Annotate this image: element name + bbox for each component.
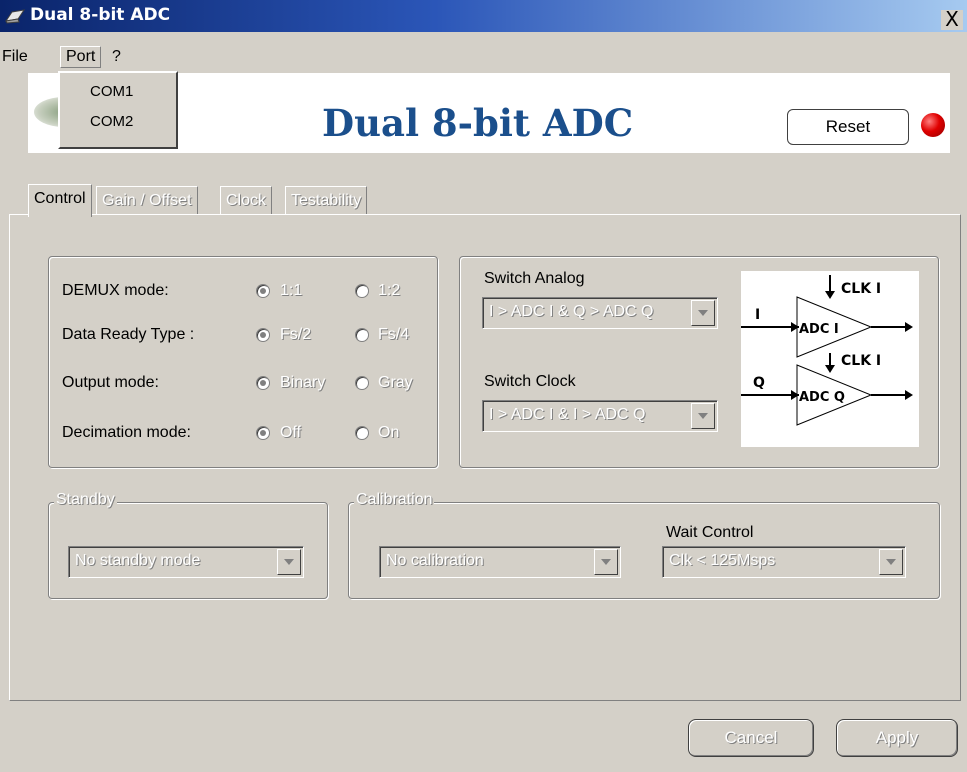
- demux-1-2-radio[interactable]: [355, 284, 369, 298]
- clk-i-arrowhead: [825, 291, 835, 299]
- decimation-on-label: On: [378, 424, 400, 441]
- menu-help[interactable]: ?: [112, 48, 121, 66]
- chevron-down-icon[interactable]: [594, 549, 618, 575]
- title-bar[interactable]: Dual 8-bit ADC X: [0, 0, 967, 32]
- app-title: Dual 8-bit ADC: [322, 101, 634, 145]
- calibration-legend: Calibration: [354, 491, 435, 509]
- data-ready-fs4-radio[interactable]: [355, 328, 369, 342]
- tab-gain-offset[interactable]: Gain / Offset: [96, 186, 198, 216]
- reset-button[interactable]: Reset: [787, 109, 909, 145]
- app-window: Dual 8-bit ADC X File Port ? Dual 8-bit …: [0, 0, 967, 772]
- menu-port[interactable]: Port: [60, 46, 102, 68]
- input-q-text: Q: [753, 375, 765, 391]
- data-ready-fs4-label: Fs/4: [378, 326, 410, 343]
- wait-control-label: Wait Control: [666, 524, 754, 541]
- standby-value: No standby mode: [75, 552, 201, 569]
- decimation-off-label: Off: [280, 424, 302, 441]
- chevron-down-icon[interactable]: [691, 300, 715, 326]
- wait-control-value: Clk < 125Msps: [669, 552, 776, 569]
- tab-control[interactable]: Control: [28, 184, 92, 217]
- decimation-off-radio[interactable]: [256, 426, 270, 440]
- switch-clock-select[interactable]: I > ADC I & I > ADC Q: [482, 400, 718, 432]
- apply-button[interactable]: Apply: [836, 719, 958, 757]
- demux-1-1-radio[interactable]: [256, 284, 270, 298]
- chevron-down-icon[interactable]: [691, 403, 715, 429]
- data-ready-fs2-radio[interactable]: [256, 328, 270, 342]
- output-binary-radio[interactable]: [256, 376, 270, 390]
- cancel-button[interactable]: Cancel: [688, 719, 814, 757]
- switch-clock-value: I > ADC I & I > ADC Q: [489, 406, 646, 423]
- demux-label: DEMUX mode:: [62, 282, 169, 299]
- switch-analog-select[interactable]: I > ADC I & Q > ADC Q: [482, 297, 718, 329]
- close-button[interactable]: X: [941, 9, 963, 30]
- menu-item-com2[interactable]: COM2: [90, 113, 133, 130]
- output-gray-label: Gray: [378, 374, 413, 391]
- decimation-on-radio[interactable]: [355, 426, 369, 440]
- switch-analog-value: I > ADC I & Q > ADC Q: [489, 303, 654, 320]
- clk-i-text: CLK I: [841, 281, 881, 297]
- demux-1-2-label: 1:2: [378, 282, 401, 299]
- output-i-arrowhead: [905, 322, 913, 332]
- menu-bar: File Port ?: [0, 32, 967, 72]
- output-binary-label: Binary: [280, 374, 326, 391]
- chevron-down-icon[interactable]: [879, 549, 903, 575]
- tab-testability[interactable]: Testability: [285, 186, 368, 216]
- chevron-down-icon[interactable]: [277, 549, 301, 575]
- data-ready-fs2-label: Fs/2: [280, 326, 312, 343]
- data-ready-label: Data Ready Type :: [62, 326, 195, 343]
- adc-block-diagram: CLK I I ADC I CLK I Q ADC Q: [741, 271, 919, 447]
- adc-q-text: ADC Q: [799, 390, 845, 405]
- switch-clock-label: Switch Clock: [484, 373, 576, 390]
- demux-1-1-label: 1:1: [280, 282, 303, 299]
- status-led-icon: [921, 113, 945, 137]
- tab-clock[interactable]: Clock: [220, 186, 273, 216]
- switch-analog-label: Switch Analog: [484, 270, 585, 287]
- output-gray-radio[interactable]: [355, 376, 369, 390]
- wait-control-select[interactable]: Clk < 125Msps: [662, 546, 906, 578]
- standby-select[interactable]: No standby mode: [68, 546, 304, 578]
- adc-i-text: ADC I: [799, 322, 839, 337]
- clk-q-text: CLK I: [841, 353, 881, 369]
- menu-file[interactable]: File: [2, 48, 28, 66]
- calibration-select[interactable]: No calibration: [379, 546, 621, 578]
- clk-q-arrowhead: [825, 365, 835, 373]
- app-icon: [4, 9, 26, 24]
- window-title: Dual 8-bit ADC: [30, 5, 171, 25]
- menu-item-com1[interactable]: COM1: [90, 83, 133, 100]
- output-mode-label: Output mode:: [62, 374, 159, 391]
- input-i-text: I: [755, 307, 760, 323]
- output-q-arrowhead: [905, 390, 913, 400]
- decimation-label: Decimation mode:: [62, 424, 191, 441]
- calibration-value: No calibration: [386, 552, 484, 569]
- adc-diagram-svg: CLK I I ADC I CLK I Q ADC Q: [741, 275, 913, 426]
- port-dropdown-menu: COM1 COM2: [58, 71, 178, 149]
- standby-legend: Standby: [54, 491, 117, 509]
